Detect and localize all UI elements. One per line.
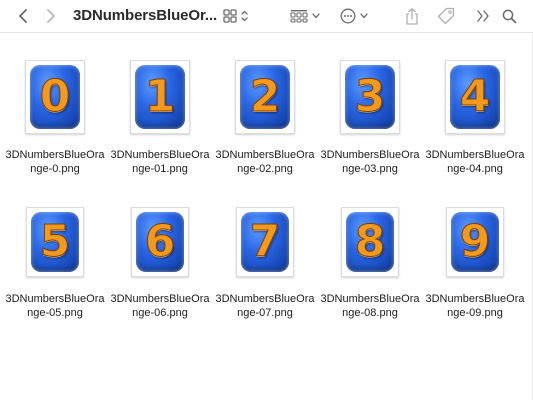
chevron-updown-icon — [240, 10, 248, 22]
forward-button[interactable] — [41, 5, 61, 27]
tag-button[interactable] — [435, 5, 457, 27]
digit-glyph: 1 — [144, 71, 176, 122]
group-by-button[interactable] — [288, 5, 322, 27]
file-thumbnail: 2 — [235, 60, 295, 134]
file-thumbnail: 8 — [341, 207, 399, 277]
number-tile-image: 6 — [136, 212, 184, 272]
file-thumbnail: 3 — [340, 60, 400, 134]
number-tile-image: 8 — [346, 212, 394, 272]
number-tile-image: 0 — [30, 65, 80, 129]
number-tile-image: 5 — [31, 212, 79, 272]
file-item-08[interactable]: 8 3DNumbersBlueOra nge-08.png — [318, 196, 422, 336]
number-tile-image: 9 — [451, 212, 499, 272]
file-item-09[interactable]: 9 3DNumbersBlueOra nge-09.png — [423, 196, 527, 336]
file-item-0[interactable]: 0 3DNumbersBlueOra nge-0.png — [3, 52, 107, 192]
window-title: 3DNumbersBlueOr... — [73, 7, 218, 24]
digit-glyph: 3 — [354, 71, 386, 122]
file-name: 3DNumbersBlueOra nge-06.png — [110, 293, 210, 319]
file-name: 3DNumbersBlueOra nge-09.png — [425, 293, 525, 319]
file-item-03[interactable]: 3 3DNumbersBlueOra nge-03.png — [318, 52, 422, 192]
file-name: 3DNumbersBlueOra nge-03.png — [320, 149, 420, 175]
back-button[interactable] — [13, 5, 33, 27]
file-thumbnail: 0 — [25, 60, 85, 134]
digit-glyph: 8 — [354, 216, 386, 267]
number-tile-image: 4 — [450, 65, 500, 129]
file-thumbnail: 7 — [236, 207, 294, 277]
file-thumbnail: 6 — [131, 207, 189, 277]
tag-icon — [437, 7, 455, 25]
digit-glyph: 0 — [39, 71, 71, 122]
search-button[interactable] — [499, 5, 519, 27]
file-name: 3DNumbersBlueOra nge-01.png — [110, 149, 210, 175]
file-item-02[interactable]: 2 3DNumbersBlueOra nge-02.png — [213, 52, 317, 192]
share-button[interactable] — [402, 5, 422, 27]
file-item-06[interactable]: 6 3DNumbersBlueOra nge-06.png — [108, 196, 212, 336]
double-chevron-icon — [476, 10, 490, 22]
grid-view-icon — [222, 9, 237, 23]
file-name: 3DNumbersBlueOra nge-0.png — [5, 149, 105, 175]
file-name: 3DNumbersBlueOra nge-07.png — [215, 293, 315, 319]
view-mode-button[interactable] — [219, 5, 251, 27]
digit-glyph: 5 — [39, 216, 71, 267]
file-name: 3DNumbersBlueOra nge-04.png — [425, 149, 525, 175]
ellipsis-circle-icon — [340, 8, 356, 24]
share-icon — [405, 7, 419, 25]
digit-glyph: 9 — [459, 216, 491, 267]
group-by-icon — [290, 9, 308, 23]
file-thumbnail: 1 — [130, 60, 190, 134]
number-tile-image: 1 — [135, 65, 185, 129]
number-tile-image: 3 — [345, 65, 395, 129]
file-thumbnail: 4 — [445, 60, 505, 134]
digit-glyph: 7 — [249, 216, 281, 267]
digit-glyph: 4 — [459, 71, 491, 122]
file-item-01[interactable]: 1 3DNumbersBlueOra nge-01.png — [108, 52, 212, 192]
chevron-left-icon — [18, 8, 28, 24]
more-toolbar-button[interactable] — [473, 5, 493, 27]
file-name: 3DNumbersBlueOra nge-08.png — [320, 293, 420, 319]
file-item-05[interactable]: 5 3DNumbersBlueOra nge-05.png — [3, 196, 107, 336]
file-name: 3DNumbersBlueOra nge-02.png — [215, 149, 315, 175]
search-icon — [502, 9, 517, 24]
file-thumbnail: 5 — [26, 207, 84, 277]
chevron-down-icon — [312, 13, 320, 19]
file-item-07[interactable]: 7 3DNumbersBlueOra nge-07.png — [213, 196, 317, 336]
file-thumbnail: 9 — [446, 207, 504, 277]
file-item-04[interactable]: 4 3DNumbersBlueOra nge-04.png — [423, 52, 527, 192]
digit-glyph: 6 — [144, 216, 176, 267]
file-name: 3DNumbersBlueOra nge-05.png — [5, 293, 105, 319]
finder-toolbar: 3DNumbersBlueOr... — [0, 0, 533, 33]
chevron-right-icon — [46, 8, 56, 24]
number-tile-image: 7 — [241, 212, 289, 272]
action-menu-button[interactable] — [338, 5, 370, 27]
number-tile-image: 2 — [240, 65, 290, 129]
digit-glyph: 2 — [249, 71, 281, 122]
chevron-down-icon — [360, 13, 368, 19]
